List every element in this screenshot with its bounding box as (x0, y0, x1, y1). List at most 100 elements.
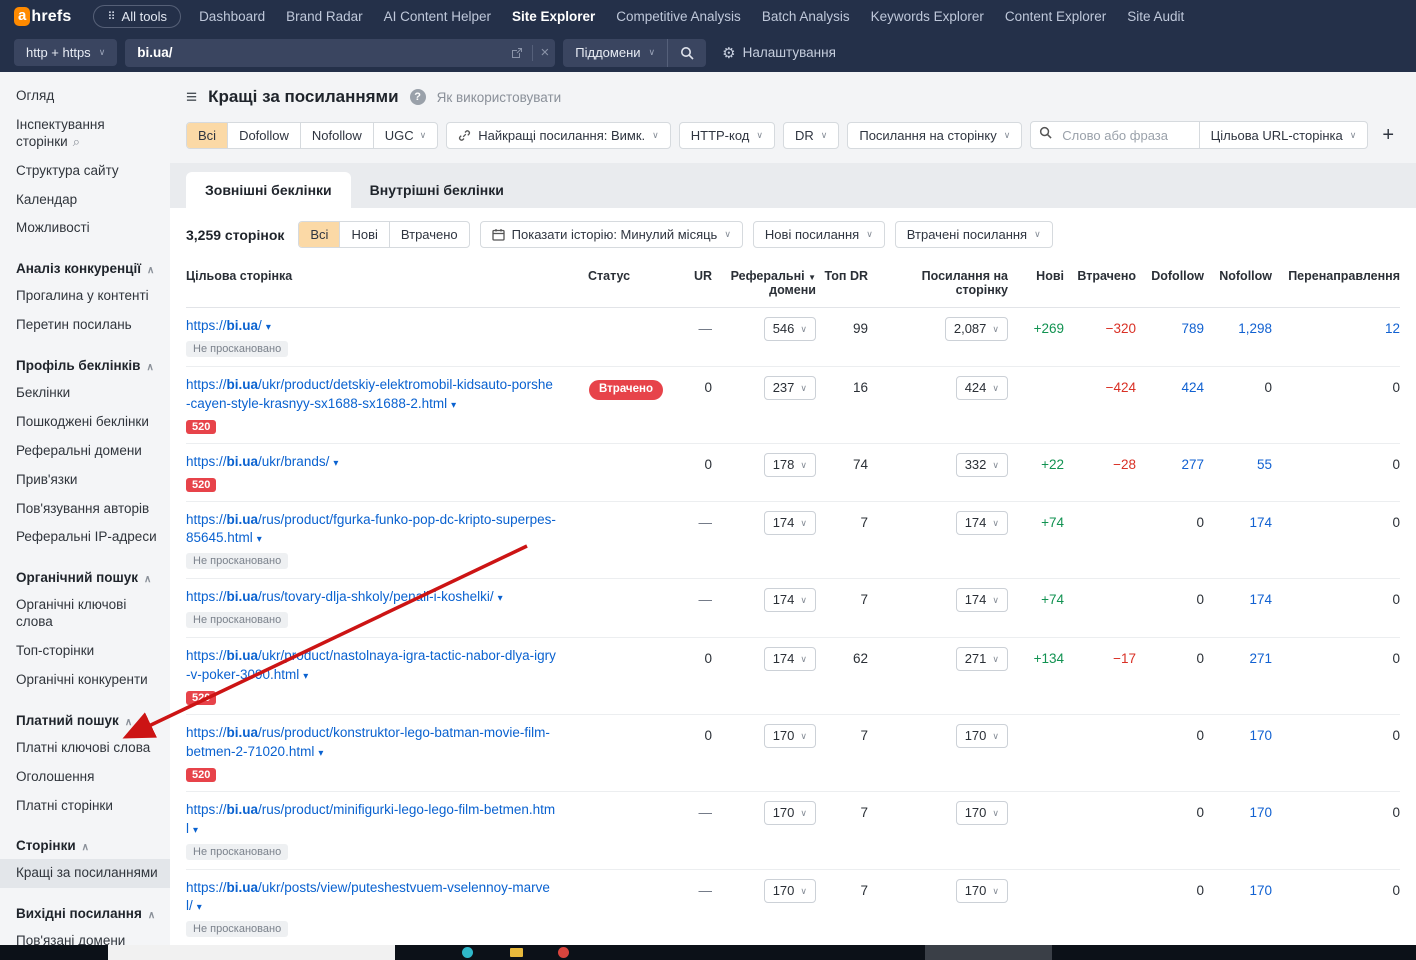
dofollow-value[interactable]: 789 (1136, 317, 1204, 341)
state-filter-option[interactable]: Втрачено (388, 222, 469, 247)
url-options-caret-icon[interactable]: ▾ (333, 458, 338, 469)
backlinks-dropdown[interactable]: 170 ∨ (955, 724, 1008, 749)
protocol-select[interactable]: http + https ∨ (14, 39, 118, 66)
topnav-item[interactable]: Site Audit (1127, 9, 1184, 24)
target-url-link[interactable]: https://bi.ua/rus/tovary-dlja-shkoly/pen… (186, 589, 494, 604)
backlinks-dropdown[interactable]: 271 ∨ (955, 647, 1008, 672)
taskbar-search-box[interactable] (108, 945, 395, 960)
ref-domains-dropdown[interactable]: 170 ∨ (763, 724, 816, 749)
backlinks-dropdown[interactable]: 174 ∨ (955, 510, 1008, 535)
backlinks-dropdown[interactable]: 424 ∨ (955, 375, 1008, 400)
sidebar-item[interactable]: Платні ключові слова (0, 734, 170, 763)
target-url-link[interactable]: https://bi.ua/ (186, 318, 262, 333)
state-filter-option[interactable]: Нові (339, 222, 388, 247)
column-header[interactable]: Dofollow (1136, 269, 1204, 283)
dr-filter-button[interactable]: DR ∨ (782, 121, 840, 149)
help-icon[interactable]: ? (409, 89, 426, 105)
follow-filter-option[interactable]: Dofollow (227, 122, 300, 148)
nofollow-value[interactable]: 170 (1204, 879, 1272, 903)
sidebar-item[interactable]: Структура сайту (0, 157, 170, 186)
column-header[interactable]: UR (668, 269, 712, 283)
sidebar-item[interactable]: Календар (0, 186, 170, 215)
url-options-caret-icon[interactable]: ▾ (318, 748, 323, 759)
redirects-value[interactable]: 0 (1272, 453, 1400, 477)
history-select-button[interactable]: Показати історію: Минулий місяць ∨ (479, 221, 743, 248)
url-options-caret-icon[interactable]: ▾ (257, 534, 262, 545)
settings-button[interactable]: ⚙ Налаштування (722, 44, 836, 62)
sidebar-item[interactable]: Огляд (0, 82, 170, 111)
follow-filter-option[interactable]: Nofollow (299, 122, 373, 148)
ref-domains-dropdown[interactable]: 546 ∨ (763, 317, 816, 341)
nofollow-value[interactable]: 1,298 (1204, 317, 1272, 341)
dofollow-value[interactable]: 0 (1136, 801, 1204, 825)
target-url-link[interactable]: https://bi.ua/ukr/brands/ (186, 454, 329, 469)
add-filter-button[interactable]: + (1376, 124, 1400, 147)
dofollow-value[interactable]: 0 (1136, 879, 1204, 903)
best-links-filter-button[interactable]: Найкращі посилання: Вимк. ∨ (446, 121, 671, 149)
redirects-value[interactable]: 0 (1272, 647, 1400, 671)
column-header[interactable]: Цільова сторінка (186, 269, 584, 283)
nofollow-value[interactable]: 0 (1204, 376, 1272, 400)
new-links-filter-button[interactable]: Нові посилання ∨ (752, 221, 885, 248)
sidebar-item[interactable]: Органічні ключові слова (0, 591, 170, 637)
dofollow-value[interactable]: 0 (1136, 588, 1204, 612)
search-submit-button[interactable] (667, 38, 706, 67)
topnav-item[interactable]: Brand Radar (286, 9, 363, 24)
backlinks-dropdown[interactable]: 170 ∨ (955, 878, 1008, 903)
menu-hamburger-icon[interactable]: ≡ (186, 88, 197, 107)
sidebar-item[interactable]: Беклінки (0, 379, 170, 408)
topnav-item[interactable]: Keywords Explorer (871, 9, 984, 24)
sidebar-item[interactable]: Топ-сторінки (0, 637, 170, 666)
sidebar-item[interactable]: Пов'язані домени (0, 927, 170, 945)
nofollow-value[interactable]: 174 (1204, 588, 1272, 612)
target-url-scope-select[interactable]: Цільова URL-сторінка ∨ (1198, 122, 1368, 148)
dofollow-value[interactable]: 0 (1136, 724, 1204, 748)
topnav-item[interactable]: AI Content Helper (384, 9, 491, 24)
open-external-icon[interactable] (510, 46, 524, 60)
lost-links-filter-button[interactable]: Втрачені посилання ∨ (894, 221, 1053, 248)
topnav-item[interactable]: Batch Analysis (762, 9, 850, 24)
target-url-input[interactable] (135, 44, 510, 61)
sidebar-section-header[interactable]: Вихідні посилання ∧ (0, 900, 170, 927)
column-header[interactable]: Посилання на сторінку (868, 269, 1008, 297)
scope-select[interactable]: Піддомени ∨ (563, 45, 667, 60)
ahrefs-logo[interactable]: a hrefs (14, 7, 71, 26)
sidebar-item[interactable]: Пов'язування авторів (0, 495, 170, 524)
sidebar-item[interactable]: Можливості (0, 214, 170, 243)
column-header[interactable]: Нові (1008, 269, 1064, 283)
sidebar-item[interactable]: Реферальні IP-адреси (0, 523, 170, 552)
target-url-link[interactable]: https://bi.ua/ukr/product/nastolnaya-igr… (186, 648, 556, 682)
dofollow-value[interactable]: 0 (1136, 647, 1204, 671)
url-options-caret-icon[interactable]: ▾ (498, 593, 503, 604)
follow-filter-option[interactable]: Всі (187, 122, 228, 148)
column-header[interactable]: Втрачено (1064, 269, 1136, 283)
topnav-item[interactable]: Competitive Analysis (616, 9, 741, 24)
target-url-link[interactable]: https://bi.ua/rus/product/fgurka-funko-p… (186, 512, 556, 546)
folder-icon[interactable] (510, 948, 523, 957)
target-url-link[interactable]: https://bi.ua/ukr/posts/view/puteshestvu… (186, 880, 550, 914)
taskbar-app-icon-red[interactable] (558, 947, 569, 958)
ref-domains-dropdown[interactable]: 170 ∨ (763, 800, 816, 825)
backlinks-dropdown[interactable]: 170 ∨ (955, 800, 1008, 825)
sidebar-item[interactable]: Органічні конкуренти (0, 666, 170, 695)
ref-domains-dropdown[interactable]: 170 ∨ (763, 878, 816, 903)
follow-filter-option[interactable]: UGC ∨ (372, 122, 437, 148)
backlinks-dropdown[interactable]: 332 ∨ (955, 452, 1008, 477)
target-url-link[interactable]: https://bi.ua/ukr/product/detskiy-elektr… (186, 377, 553, 411)
url-options-caret-icon[interactable]: ▾ (451, 400, 456, 411)
column-header[interactable]: Nofollow (1204, 269, 1272, 283)
sidebar-item[interactable]: Кращі за посиланнями (0, 859, 170, 889)
sidebar-section-header[interactable]: Платний пошук ∧ (0, 707, 170, 734)
column-header[interactable]: Топ DR (816, 269, 868, 283)
column-header[interactable]: Реферальні ▼ домени (712, 269, 816, 297)
nofollow-value[interactable]: 170 (1204, 801, 1272, 825)
how-to-use-link[interactable]: Як використовувати (437, 90, 562, 105)
redirects-value[interactable]: 0 (1272, 588, 1400, 612)
url-options-caret-icon[interactable]: ▾ (193, 825, 198, 836)
sidebar-item[interactable]: Оголошення (0, 763, 170, 792)
sidebar-item[interactable]: Прогалина у контенті (0, 282, 170, 311)
taskbar-app-icon-teal[interactable] (462, 947, 473, 958)
dofollow-value[interactable]: 424 (1136, 376, 1204, 400)
tab[interactable]: Зовнішні беклінки (186, 172, 351, 208)
backlinks-dropdown[interactable]: 2,087 ∨ (944, 317, 1008, 341)
